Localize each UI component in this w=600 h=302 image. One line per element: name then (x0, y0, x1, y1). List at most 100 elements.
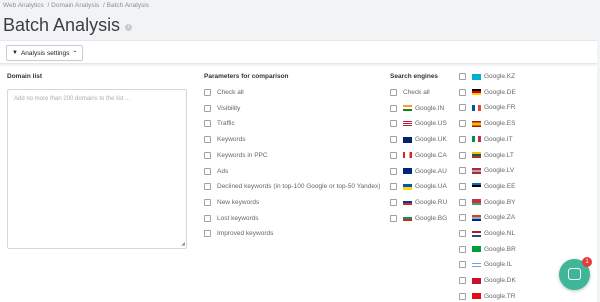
checkbox[interactable] (459, 73, 466, 80)
checkbox[interactable] (204, 89, 211, 96)
domain-list-placeholder: Add no more than 200 domains to the list… (14, 96, 131, 102)
search-engine-option[interactable]: Google.ES (459, 120, 516, 128)
parameter-option[interactable]: Improved keywords (204, 230, 273, 238)
checkbox[interactable] (390, 151, 397, 159)
search-engine-option[interactable]: Google.BR (459, 245, 516, 253)
flag-au-icon (403, 168, 412, 174)
checkbox[interactable] (459, 88, 466, 96)
parameter-option[interactable]: New keywords (204, 198, 259, 206)
search-engine-option[interactable]: Google.KZ (459, 73, 515, 80)
info-icon[interactable]: i (125, 24, 133, 31)
search-engine-option[interactable]: Google.IT (459, 135, 513, 143)
search-engine-option[interactable]: Google.LT (459, 151, 514, 159)
search-engine-option[interactable]: Google.RU (390, 198, 447, 206)
parameters-label: Parameters for comparison (204, 73, 289, 80)
search-engine-option[interactable]: Google.DE (459, 88, 516, 96)
filter-icon: ▼ (12, 50, 18, 56)
checkbox[interactable] (459, 198, 466, 206)
checkbox[interactable] (204, 198, 211, 206)
search-engine-option[interactable]: Google.UA (390, 183, 447, 191)
parameter-option[interactable]: Visibility (204, 104, 241, 112)
search-engine-option[interactable]: Google.TR (459, 292, 515, 300)
checkbox[interactable] (204, 183, 211, 191)
option-label: Google.BR (484, 245, 516, 253)
checkbox[interactable] (459, 167, 466, 175)
checkbox[interactable] (204, 120, 211, 128)
checkbox[interactable] (390, 136, 397, 144)
flag-ee-icon (472, 183, 481, 190)
flag-lt-icon (472, 152, 481, 158)
search-engine-option[interactable]: Google.US (390, 120, 447, 128)
checkbox[interactable] (390, 89, 397, 96)
checkbox[interactable] (459, 151, 466, 159)
breadcrumb-domain-analysis[interactable]: / Domain Analysis (48, 2, 100, 9)
option-label: Google.UK (415, 136, 447, 144)
resize-grip-icon[interactable]: ◢ (181, 241, 185, 247)
parameter-option[interactable]: Keywords in PPC (204, 151, 268, 159)
checkbox[interactable] (390, 104, 397, 112)
option-label: Google.UA (415, 183, 447, 191)
checkbox[interactable] (204, 151, 211, 159)
checkbox[interactable] (459, 277, 466, 285)
checkbox[interactable] (390, 198, 397, 206)
checkbox[interactable] (204, 104, 211, 112)
option-label: Lost keywords (217, 214, 259, 222)
parameter-option[interactable]: Check all (204, 89, 244, 96)
flag-bg-icon (403, 215, 412, 222)
checkbox[interactable] (459, 230, 466, 237)
checkbox[interactable] (204, 136, 211, 144)
parameter-option[interactable]: Traffic (204, 120, 235, 128)
option-label: Declined keywords (in top-100 Google or … (217, 183, 381, 191)
search-engine-option[interactable]: Google.UK (390, 136, 447, 144)
option-label: Google.ZA (484, 214, 516, 222)
search-engine-option[interactable]: Google.IN (390, 104, 444, 112)
flag-es-icon (472, 120, 481, 127)
flag-it-icon (472, 136, 481, 143)
flag-uk-icon (403, 136, 412, 143)
checkbox[interactable] (459, 104, 466, 112)
analysis-settings-button[interactable]: ▼ Analysis settings ⌃ (6, 45, 84, 61)
search-engine-option[interactable]: Google.DK (459, 277, 516, 285)
search-engine-option[interactable]: Google.IL (459, 261, 512, 269)
parameter-option[interactable]: Ads (204, 167, 229, 175)
search-engine-option[interactable]: Google.AU (390, 167, 447, 175)
checkbox[interactable] (390, 120, 397, 128)
checkbox[interactable] (204, 167, 211, 175)
chat-icon (568, 268, 581, 280)
checkbox[interactable] (459, 135, 466, 143)
checkbox[interactable] (390, 214, 397, 222)
analysis-settings-label: Analysis settings (20, 49, 70, 57)
search-engine-option[interactable]: Google.BG (390, 214, 447, 222)
checkbox[interactable] (459, 292, 466, 300)
checkbox[interactable] (459, 120, 466, 128)
option-label: Traffic (217, 120, 235, 128)
option-label: Ads (217, 167, 229, 175)
checkbox[interactable] (459, 214, 466, 222)
checkbox[interactable] (459, 245, 466, 253)
checkbox[interactable] (459, 261, 466, 269)
search-engine-option[interactable]: Google.BY (459, 198, 516, 206)
flag-ua-icon (403, 183, 412, 190)
search-engine-option[interactable]: Google.LV (459, 167, 514, 175)
breadcrumb-web-analytics[interactable]: Web Analytics (3, 2, 44, 9)
checkbox[interactable] (204, 214, 211, 222)
domain-list-textarea[interactable]: Add no more than 200 domains to the list… (7, 89, 187, 249)
search-engine-option[interactable]: Google.FR (459, 104, 515, 112)
option-label: Visibility (217, 104, 241, 112)
parameter-option[interactable]: Keywords (204, 136, 246, 144)
flag-lv-icon (472, 167, 481, 174)
breadcrumb: Web Analytics / Domain Analysis / Batch … (3, 2, 151, 9)
search-engine-option[interactable]: Google.ZA (459, 214, 516, 222)
checkbox[interactable] (390, 183, 397, 191)
search-engine-option[interactable]: Google.CA (390, 151, 447, 159)
search-engine-option[interactable]: Check all (390, 89, 430, 96)
option-label: Google.ES (484, 120, 516, 128)
option-label: Google.BY (484, 198, 516, 206)
search-engine-option[interactable]: Google.EE (459, 182, 515, 190)
search-engine-option[interactable]: Google.NL (459, 230, 515, 237)
parameter-option[interactable]: Declined keywords (in top-100 Google or … (204, 183, 381, 191)
checkbox[interactable] (204, 230, 211, 238)
parameter-option[interactable]: Lost keywords (204, 214, 259, 222)
checkbox[interactable] (459, 182, 466, 190)
checkbox[interactable] (390, 167, 397, 175)
